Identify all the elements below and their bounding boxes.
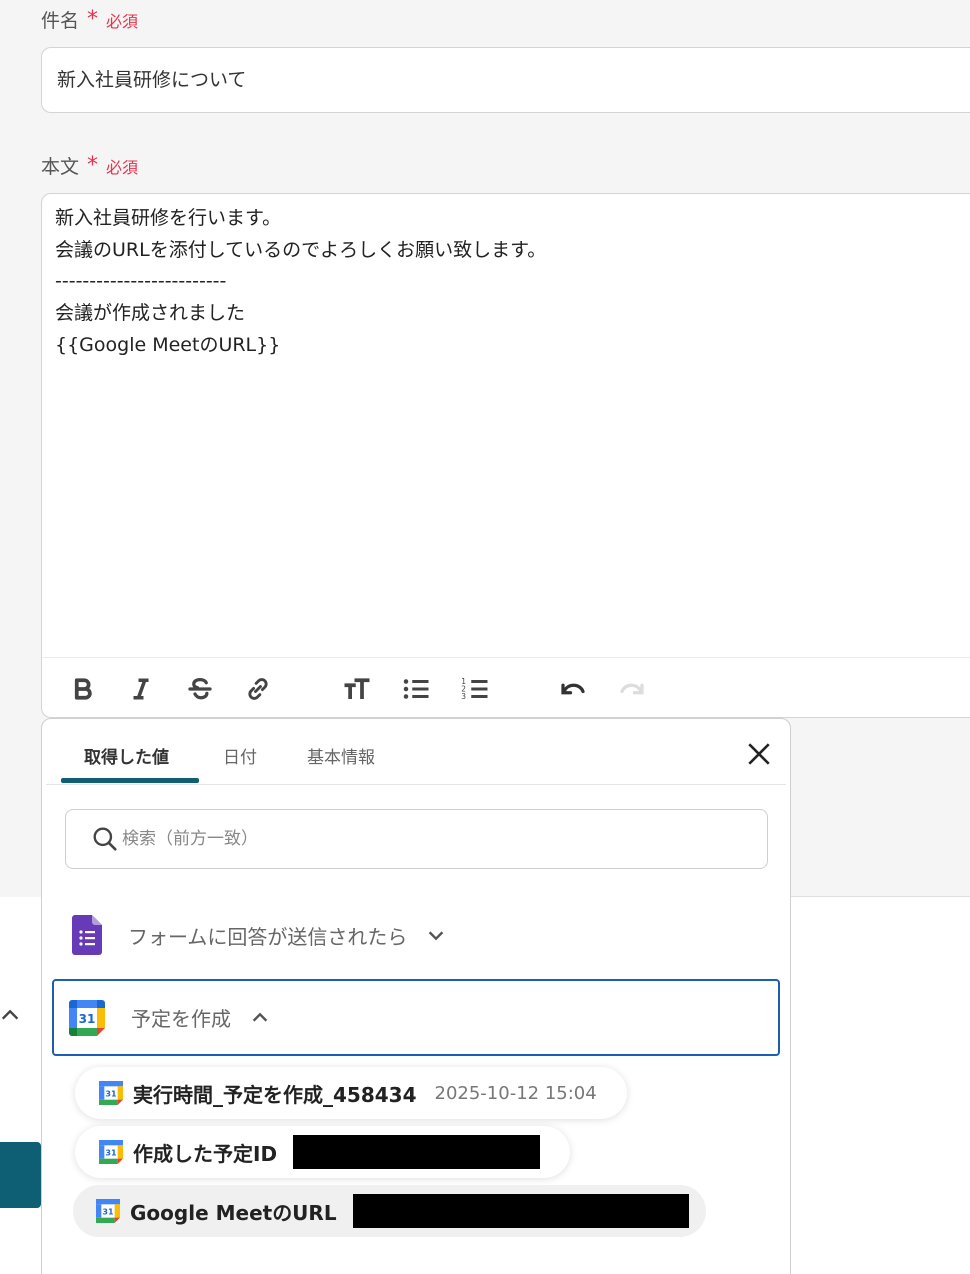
- search-icon: [93, 827, 117, 851]
- body-line: {{Google MeetのURL}}: [55, 333, 281, 356]
- value-item-preview: 2025-10-12 15:04: [434, 1082, 597, 1104]
- numbered-list-icon: 123: [461, 677, 488, 701]
- google-calendar-icon: 31: [99, 1140, 123, 1164]
- bold-button[interactable]: [66, 672, 100, 706]
- section-label: フォームに回答が送信されたら: [128, 924, 408, 949]
- svg-text:31: 31: [102, 1207, 114, 1216]
- section-form-submitted[interactable]: フォームに回答が送信されたら: [72, 915, 447, 955]
- subject-input[interactable]: 新入社員研修について: [41, 47, 970, 113]
- value-item-meet-url[interactable]: 31 Google MeetのURL: [73, 1185, 706, 1237]
- tab-retrieved-values[interactable]: 取得した値: [84, 743, 169, 768]
- required-star: *: [87, 152, 99, 178]
- google-calendar-icon: 31: [69, 999, 105, 1036]
- search-input[interactable]: [122, 820, 722, 858]
- italic-button[interactable]: [124, 672, 158, 706]
- redacted-value: [352, 1194, 689, 1228]
- required-star: *: [87, 6, 99, 32]
- link-button[interactable]: [241, 672, 275, 706]
- chevron-up-icon: [252, 1012, 268, 1022]
- variable-picker-panel: 取得した値 日付 基本情報 フォームに回答が送信されたら: [41, 718, 791, 1274]
- redo-icon: [620, 683, 644, 695]
- value-item-label: 実行時間_予定を作成_458434: [133, 1082, 417, 1107]
- tab-bar: 取得した値 日付 基本情報: [46, 719, 786, 785]
- divider: [790, 896, 970, 897]
- value-item-execution-time[interactable]: 31 実行時間_予定を作成_458434 2025-10-12 15:04: [75, 1067, 627, 1119]
- required-text: 必須: [106, 157, 139, 177]
- section-create-event[interactable]: 31 予定を作成: [52, 979, 780, 1056]
- search-field[interactable]: [65, 809, 768, 869]
- text-size-icon: [344, 678, 370, 699]
- tab-basic-info[interactable]: 基本情報: [307, 743, 375, 768]
- close-icon[interactable]: [746, 741, 772, 767]
- google-calendar-icon: 31: [96, 1199, 120, 1223]
- body-editor[interactable]: 新入社員研修を行います。 会議のURLを添付しているのでよろしくお願い致します。…: [41, 193, 970, 718]
- tab-date[interactable]: 日付: [223, 743, 257, 768]
- subject-label: 件名 * 必須: [41, 6, 138, 33]
- svg-text:31: 31: [79, 1012, 96, 1026]
- chevron-down-icon: [429, 931, 444, 941]
- svg-text:31: 31: [105, 1089, 117, 1098]
- subject-label-text: 件名: [41, 10, 80, 32]
- section-label: 予定を作成: [131, 1007, 231, 1031]
- italic-icon: [133, 678, 149, 700]
- chevron-up-icon[interactable]: [0, 1004, 22, 1026]
- body-line: 新入社員研修を行います。: [55, 207, 282, 229]
- active-tab-indicator: [61, 778, 199, 783]
- svg-text:3: 3: [461, 692, 466, 701]
- body-label-text: 本文: [41, 156, 80, 178]
- svg-text:31: 31: [105, 1148, 117, 1157]
- strikethrough-icon: [188, 677, 212, 700]
- body-label: 本文 * 必須: [41, 152, 138, 179]
- text-size-button[interactable]: [340, 672, 374, 706]
- value-item-label: Google MeetのURL: [130, 1200, 337, 1225]
- primary-button-partial[interactable]: [0, 1142, 41, 1208]
- undo-icon: [561, 683, 585, 695]
- numbered-list-button[interactable]: 123: [458, 672, 492, 706]
- value-item-event-id[interactable]: 31 作成した予定ID: [75, 1126, 570, 1178]
- undo-button[interactable]: [556, 672, 590, 706]
- google-forms-icon: [72, 915, 102, 955]
- redacted-value: [293, 1135, 541, 1169]
- bullet-list-icon: [403, 679, 429, 699]
- value-item-label: 作成した予定ID: [133, 1141, 278, 1166]
- redo-button[interactable]: [615, 672, 649, 706]
- bullet-list-button[interactable]: [399, 672, 433, 706]
- editor-toolbar: 123: [42, 657, 970, 717]
- google-calendar-icon: 31: [99, 1081, 123, 1105]
- body-text[interactable]: 新入社員研修を行います。 会議のURLを添付しているのでよろしくお願い致します。…: [42, 194, 970, 371]
- body-line: -------------------------: [55, 270, 227, 293]
- body-line: 会議のURLを添付しているのでよろしくお願い致します。: [55, 238, 547, 261]
- bold-icon: [74, 678, 92, 700]
- required-text: 必須: [106, 11, 139, 31]
- link-icon: [248, 678, 268, 700]
- body-line: 会議が作成されました: [55, 302, 246, 325]
- strikethrough-button[interactable]: [183, 672, 217, 706]
